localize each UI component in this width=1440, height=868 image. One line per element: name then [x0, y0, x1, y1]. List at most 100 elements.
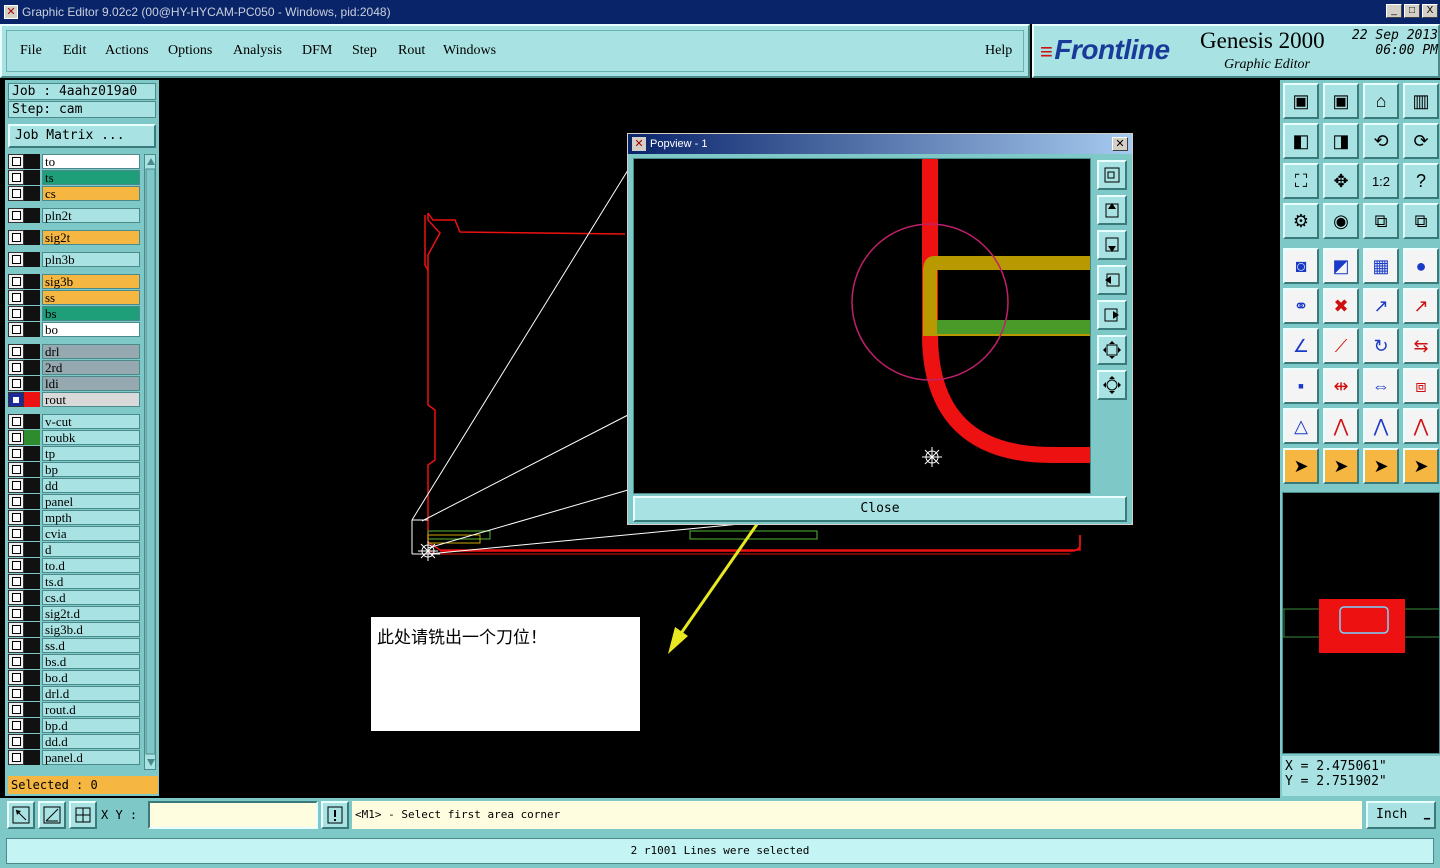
close-window-button[interactable]: X	[1422, 4, 1438, 18]
layer-checkbox[interactable]	[8, 392, 24, 407]
layer-checkbox[interactable]	[8, 494, 24, 509]
overview-minimap[interactable]	[1282, 492, 1440, 754]
layer-name[interactable]: panel.d	[42, 750, 140, 765]
layer-color-swatch[interactable]	[24, 154, 40, 169]
layer-color-swatch[interactable]	[24, 170, 40, 185]
layer-checkbox[interactable]	[8, 478, 24, 493]
layer-row-d[interactable]: d	[8, 542, 140, 557]
layer-checkbox[interactable]	[8, 344, 24, 359]
select-route-icon[interactable]: ➤	[1403, 448, 1439, 484]
layer-name[interactable]: sig3b.d	[42, 622, 140, 637]
layer-row-pln3b[interactable]: pln3b	[8, 252, 140, 267]
layer-checkbox[interactable]	[8, 430, 24, 445]
layer-compare-2-icon[interactable]: ⧉	[1403, 203, 1439, 239]
pan-left-icon[interactable]: ◧	[1283, 123, 1319, 159]
layer-name[interactable]: bs.d	[42, 654, 140, 669]
layer-row-v-cut[interactable]: v-cut	[8, 414, 140, 429]
layer-row-roubk[interactable]: roubk	[8, 430, 140, 445]
layer-color-swatch[interactable]	[24, 274, 40, 289]
mirror-icon[interactable]: ⇆	[1403, 328, 1439, 364]
add-round-icon[interactable]: ●	[1403, 248, 1439, 284]
delete-icon[interactable]: ✖	[1323, 288, 1359, 324]
menu-actions[interactable]: Actions	[105, 43, 149, 59]
layer-checkbox[interactable]	[8, 542, 24, 557]
layer-color-swatch[interactable]	[24, 686, 40, 701]
select-pad-icon[interactable]: ▪	[1283, 368, 1319, 404]
layer-color-swatch[interactable]	[24, 478, 40, 493]
layer-row-2rd[interactable]: 2rd	[8, 360, 140, 375]
undo-view-icon[interactable]: ⟲	[1363, 123, 1399, 159]
home-icon[interactable]: ⌂	[1363, 83, 1399, 119]
fillet-icon[interactable]: △	[1283, 408, 1319, 444]
one-to-one-icon[interactable]: 1:2	[1363, 163, 1399, 199]
layer-name[interactable]: bo	[42, 322, 140, 337]
layer-checkbox[interactable]	[8, 670, 24, 685]
layer-name[interactable]: 2rd	[42, 360, 140, 375]
layer-name[interactable]: d	[42, 542, 140, 557]
layer-checkbox[interactable]	[8, 230, 24, 245]
layer-color-swatch[interactable]	[24, 186, 40, 201]
layer-row-to-d[interactable]: to.d	[8, 558, 140, 573]
layer-name[interactable]: dd	[42, 478, 140, 493]
query-icon[interactable]: ?	[1403, 163, 1439, 199]
layer-name[interactable]: drl	[42, 344, 140, 359]
layer-color-swatch[interactable]	[24, 526, 40, 541]
layer-row-ldi[interactable]: ldi	[8, 376, 140, 391]
measure-tools-icon[interactable]: ⚙	[1283, 203, 1319, 239]
layer-checkbox[interactable]	[8, 376, 24, 391]
zoom-page-icon[interactable]: ▣	[1323, 83, 1359, 119]
menu-rout[interactable]: Rout	[398, 43, 425, 59]
layer-compare-icon[interactable]: ⧉	[1363, 203, 1399, 239]
measure-snap-icon[interactable]	[38, 801, 66, 829]
layer-row-cs-d[interactable]: cs.d	[8, 590, 140, 605]
layer-color-swatch[interactable]	[24, 376, 40, 391]
layer-checkbox[interactable]	[8, 606, 24, 621]
layer-checkbox[interactable]	[8, 186, 24, 201]
layer-checkbox[interactable]	[8, 558, 24, 573]
popview-close-button[interactable]: Close	[633, 496, 1127, 522]
layer-name[interactable]: cvia	[42, 526, 140, 541]
layer-checkbox[interactable]	[8, 274, 24, 289]
layer-checkbox[interactable]	[8, 686, 24, 701]
layer-color-swatch[interactable]	[24, 462, 40, 477]
menu-analysis[interactable]: Analysis	[233, 43, 282, 59]
menu-windows[interactable]: Windows	[443, 43, 496, 59]
pv-pan-left-icon[interactable]	[1097, 265, 1127, 295]
offset-icon[interactable]: ⋀	[1323, 408, 1359, 444]
layer-checkbox[interactable]	[8, 718, 24, 733]
xy-input[interactable]	[148, 801, 318, 829]
layer-checkbox[interactable]	[8, 446, 24, 461]
layer-row-bs-d[interactable]: bs.d	[8, 654, 140, 669]
layer-row-sig3b-d[interactable]: sig3b.d	[8, 622, 140, 637]
layer-name[interactable]: sig2t.d	[42, 606, 140, 621]
layer-color-swatch[interactable]	[24, 306, 40, 321]
minimize-button[interactable]: _	[1386, 4, 1402, 18]
layer-color-swatch[interactable]	[24, 208, 40, 223]
stretch-icon[interactable]: ⇔	[1363, 368, 1399, 404]
layer-color-swatch[interactable]	[24, 606, 40, 621]
layer-color-swatch[interactable]	[24, 670, 40, 685]
layer-name[interactable]: bs	[42, 306, 140, 321]
layer-color-swatch[interactable]	[24, 230, 40, 245]
chamfer-icon[interactable]: ⋀	[1403, 408, 1439, 444]
menu-dfm[interactable]: DFM	[302, 43, 332, 59]
layer-checkbox[interactable]	[8, 154, 24, 169]
layer-checkbox[interactable]	[8, 734, 24, 749]
layer-row-bs[interactable]: bs	[8, 306, 140, 321]
snap-icon[interactable]: ◉	[1323, 203, 1359, 239]
menu-step[interactable]: Step	[352, 43, 377, 59]
split-line-icon[interactable]: ⇹	[1323, 368, 1359, 404]
window-icon[interactable]: ▥	[1403, 83, 1439, 119]
layer-checkbox[interactable]	[8, 526, 24, 541]
layer-checkbox[interactable]	[8, 638, 24, 653]
layer-row-drl[interactable]: drl	[8, 344, 140, 359]
layer-checkbox[interactable]	[8, 322, 24, 337]
arc-icon[interactable]: ↻	[1363, 328, 1399, 364]
layer-color-swatch[interactable]	[24, 638, 40, 653]
layer-row-tp[interactable]: tp	[8, 446, 140, 461]
layer-checkbox[interactable]	[8, 252, 24, 267]
layer-name[interactable]: cs.d	[42, 590, 140, 605]
layer-row-sig2t[interactable]: sig2t	[8, 230, 140, 245]
zoom-area-icon[interactable]	[7, 801, 35, 829]
add-pad-icon[interactable]: ◙	[1283, 248, 1319, 284]
